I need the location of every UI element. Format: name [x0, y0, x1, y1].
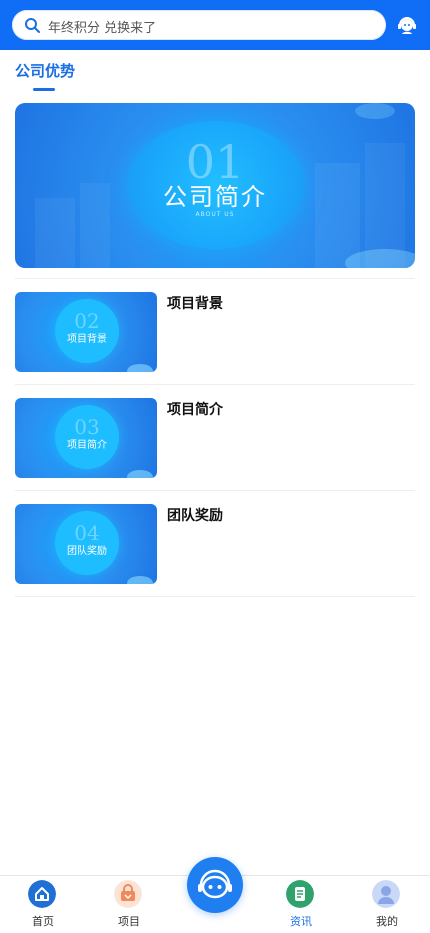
tab-news[interactable]: 资讯: [258, 876, 344, 933]
item-thumbnail: 02 项目背景: [15, 292, 157, 372]
search-placeholder: 年终积分 兑换来了: [48, 21, 157, 36]
user-icon: [372, 880, 400, 908]
divider: [15, 384, 415, 385]
thumb-label: 团队奖励: [67, 546, 107, 557]
divider: [15, 596, 415, 597]
basket-icon: [114, 880, 142, 908]
item-thumbnail: 03 项目简介: [15, 398, 157, 478]
section-title-underline: [33, 88, 55, 91]
thumb-glow: [127, 470, 153, 478]
list-item[interactable]: 03 项目简介 项目简介: [15, 398, 415, 488]
chat-icon: [198, 869, 232, 899]
thumb-label: 项目简介: [67, 440, 107, 451]
divider: [15, 278, 415, 279]
item-title: 项目简介: [167, 402, 223, 418]
tab-label: 首页: [32, 915, 54, 928]
home-icon: [28, 880, 56, 908]
item-title: 项目背景: [167, 296, 223, 312]
section-title: 公司优势: [15, 62, 76, 80]
divider: [15, 490, 415, 491]
list-item[interactable]: 04 团队奖励 团队奖励: [15, 504, 415, 594]
list-item[interactable]: 02 项目背景 项目背景: [15, 292, 415, 382]
thumb-label: 项目背景: [67, 334, 107, 345]
tab-label: 项目: [118, 915, 140, 928]
tab-label: 资讯: [290, 915, 312, 928]
hero-sub: ABOUT US: [195, 211, 235, 218]
search-bar[interactable]: 年终积分 兑换来了: [12, 10, 386, 40]
search-icon: [25, 18, 40, 33]
thumb-glow: [127, 576, 153, 584]
hero-banner[interactable]: 01 公司简介 ABOUT US: [15, 103, 415, 268]
item-thumbnail: 04 团队奖励: [15, 504, 157, 584]
news-icon: [286, 880, 314, 908]
tab-label: 我的: [376, 915, 398, 928]
customer-service-icon[interactable]: [396, 14, 418, 36]
chat-center-button[interactable]: [187, 857, 243, 913]
tab-profile[interactable]: 我的: [344, 876, 430, 933]
tab-project[interactable]: 项目: [86, 876, 172, 933]
top-bar: 年终积分 兑换来了: [0, 0, 430, 50]
item-title: 团队奖励: [167, 508, 223, 524]
thumb-glow: [127, 364, 153, 372]
hero-label: 公司简介: [163, 183, 267, 211]
tab-home[interactable]: 首页: [0, 876, 86, 933]
